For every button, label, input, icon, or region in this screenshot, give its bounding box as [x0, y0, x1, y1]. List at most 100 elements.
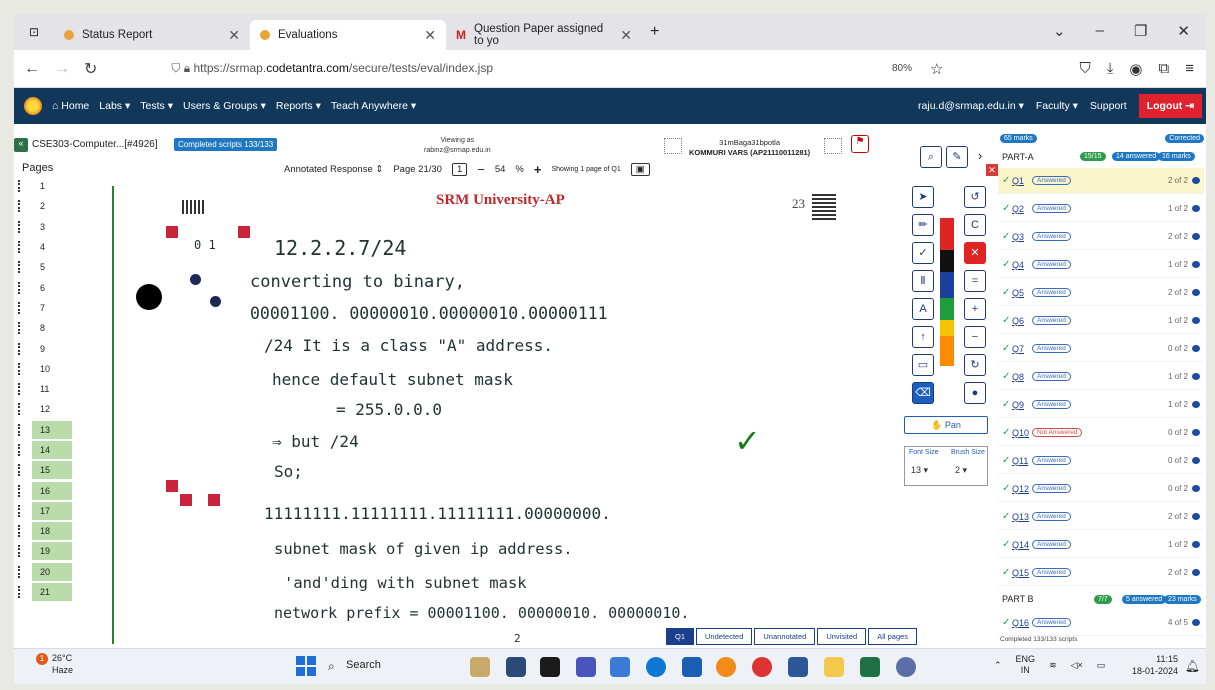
pencil-tool-icon[interactable]: ✏ [912, 214, 934, 236]
close-toolbar-icon[interactable]: ✕ [986, 164, 998, 176]
task-view-icon[interactable] [506, 657, 526, 677]
logout-button[interactable]: Logout ⇥ [1138, 94, 1202, 118]
collapse-arrow-icon[interactable]: › [978, 148, 982, 163]
tab-list-icon[interactable]: ⊡ [14, 25, 54, 39]
page-item[interactable]: 18 [14, 521, 96, 541]
page-item[interactable]: 4 [14, 237, 96, 257]
windows-start-icon[interactable] [296, 656, 316, 676]
drag-handle-icon[interactable] [18, 545, 22, 558]
comment-icon[interactable] [1192, 513, 1200, 520]
undo-icon[interactable]: ↺ [964, 186, 986, 208]
question-link[interactable]: Q6 [1012, 316, 1032, 326]
nav-reports[interactable]: Reports ▾ [276, 100, 321, 112]
new-tab-button[interactable]: + [650, 23, 659, 41]
drag-handle-icon[interactable] [18, 383, 22, 396]
restore-icon[interactable]: ❐ [1134, 22, 1147, 40]
drag-handle-icon[interactable] [18, 220, 22, 233]
drag-handle-icon[interactable] [18, 464, 22, 477]
drag-handle-icon[interactable] [18, 444, 22, 456]
question-row-q4[interactable]: ✓ Q4 Answered 1 of 2 [998, 252, 1204, 278]
page-item[interactable]: 15 [14, 460, 96, 480]
page-item[interactable]: 3 [14, 217, 96, 237]
drag-handle-icon[interactable] [18, 200, 22, 213]
comment-icon[interactable] [1192, 485, 1200, 492]
question-row-q9[interactable]: ✓ Q9 Answered 1 of 2 [998, 392, 1204, 418]
word-icon[interactable] [788, 657, 808, 677]
color-swatch-black[interactable] [940, 250, 954, 272]
drag-handle-icon[interactable] [18, 322, 22, 335]
zoom-level[interactable]: 80% [892, 63, 912, 74]
url-field[interactable]: ⛉ 🔒︎ https://srmap.codetantra.com/secure… [171, 61, 493, 76]
page-item[interactable]: 5 [14, 257, 96, 277]
comment-icon[interactable] [1192, 177, 1200, 184]
drag-handle-icon[interactable] [18, 261, 22, 274]
question-row-q16[interactable]: ✓ Q16 Answered 4 of 5 [998, 610, 1204, 636]
page-item[interactable]: 10 [14, 359, 96, 379]
color-swatch-blue[interactable] [940, 272, 954, 298]
comment-icon[interactable] [1192, 429, 1200, 436]
role-menu[interactable]: Faculty ▾ [1036, 100, 1078, 112]
nav-users-groups[interactable]: Users & Groups ▾ [183, 100, 266, 112]
next-script-icon[interactable] [824, 138, 842, 154]
pocket-icon[interactable]: ⛉ [1080, 60, 1091, 78]
mail-icon[interactable] [682, 657, 702, 677]
page-item[interactable]: 12 [14, 399, 96, 419]
question-row-q2[interactable]: ✓ Q2 Answered 1 of 2 [998, 196, 1204, 222]
drag-handle-icon[interactable] [18, 403, 22, 416]
question-row-q13[interactable]: ✓ Q13 Answered 2 of 2 [998, 504, 1204, 530]
excel-icon[interactable] [860, 657, 880, 677]
pan-button[interactable]: ✋ Pan [904, 416, 988, 434]
equals-icon[interactable]: = [964, 270, 986, 292]
prev-script-icon[interactable] [664, 138, 682, 154]
drag-handle-icon[interactable] [18, 525, 22, 538]
page-input[interactable]: 1 [451, 163, 468, 176]
pointer-tool-icon[interactable]: ➤ [912, 186, 934, 208]
filter-tab-all-pages[interactable]: All pages [868, 628, 918, 645]
menu-icon[interactable]: ≡ [1185, 60, 1194, 78]
question-row-q5[interactable]: ✓ Q5 Answered 2 of 2 [998, 280, 1204, 306]
page-item[interactable]: 17 [14, 501, 96, 521]
question-link[interactable]: Q12 [1012, 484, 1032, 494]
extensions-icon[interactable]: ⧉ [1159, 60, 1170, 78]
drag-handle-icon[interactable] [18, 362, 22, 375]
page-item[interactable]: 19 [14, 541, 96, 561]
question-row-q12[interactable]: ✓ Q12 Answered 0 of 2 [998, 476, 1204, 502]
forward-icon[interactable]: → [54, 60, 70, 78]
question-row-q6[interactable]: ✓ Q6 Answered 1 of 2 [998, 308, 1204, 334]
battery-icon[interactable]: ▭ [1097, 660, 1106, 671]
question-row-q14[interactable]: ✓ Q14 Answered 1 of 2 [998, 532, 1204, 558]
question-link[interactable]: Q3 [1012, 232, 1032, 242]
question-link[interactable]: Q15 [1012, 568, 1032, 578]
question-row-q11[interactable]: ✓ Q11 Answered 0 of 2 [998, 448, 1204, 474]
widgets-icon[interactable] [470, 657, 490, 677]
search-icon[interactable]: ⌕ [328, 659, 335, 674]
question-row-q10[interactable]: ✓ Q10 Not Answered 0 of 2 [998, 420, 1204, 446]
tab-status-report[interactable]: Status Report ✕ [54, 20, 250, 50]
nav-home[interactable]: ⌂ Home [52, 100, 89, 112]
filter-tab-q1[interactable]: Q1 [666, 628, 695, 645]
filter-tab-unvisited[interactable]: Unvisited [817, 628, 867, 645]
zoom-value[interactable]: 54 [495, 164, 506, 175]
close-window-icon[interactable]: ✕ [1177, 22, 1190, 40]
close-tab-icon[interactable]: ✕ [424, 27, 436, 44]
question-link[interactable]: Q7 [1012, 344, 1032, 354]
search-icon[interactable]: ⌕ [920, 146, 942, 168]
tray-expand-icon[interactable]: ⌃ [994, 660, 1002, 671]
page-item[interactable]: 20 [14, 562, 96, 582]
app-icon[interactable] [896, 657, 916, 677]
tab-gmail[interactable]: M Question Paper assigned to yo ✕ [446, 20, 642, 50]
nav-tests[interactable]: Tests ▾ [140, 100, 173, 112]
comment-icon[interactable] [1192, 373, 1200, 380]
page-item[interactable]: 21 [14, 582, 96, 602]
bookmark-star-icon[interactable]: ☆ [930, 60, 943, 78]
question-link[interactable]: Q16 [1012, 618, 1032, 628]
comment-icon[interactable] [1192, 569, 1200, 576]
question-link[interactable]: Q13 [1012, 512, 1032, 522]
zoom-out-icon[interactable]: − [477, 162, 485, 177]
drag-handle-icon[interactable] [18, 241, 22, 254]
notification-bell-icon[interactable]: 🔔︎ [1185, 659, 1200, 673]
language-indicator[interactable]: ENG IN [1016, 654, 1036, 676]
wifi-icon[interactable]: ≋ [1049, 660, 1057, 671]
question-link[interactable]: Q5 [1012, 288, 1032, 298]
nav-labs[interactable]: Labs ▾ [99, 100, 130, 112]
